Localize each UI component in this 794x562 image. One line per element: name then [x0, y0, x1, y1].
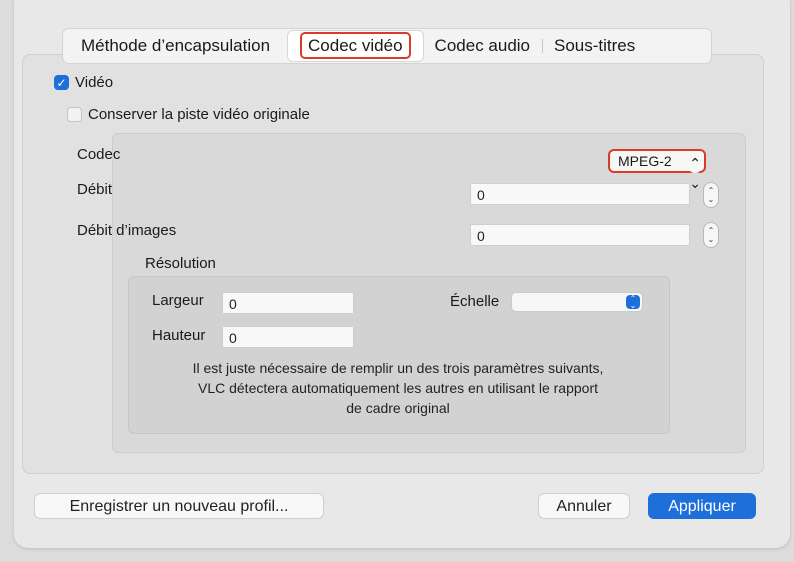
framerate-label: Débit d’images — [77, 222, 177, 239]
resolution-title: Résolution — [145, 255, 216, 272]
keep-original-checkbox-row[interactable]: Conserver la piste vidéo originale — [67, 106, 310, 123]
tab-audio-codec-label: Codec audio — [434, 36, 531, 55]
codec-select-value: MPEG-2 — [618, 153, 672, 169]
tab-encapsulation-label: Méthode d’encapsulation — [81, 36, 271, 55]
tab-video-codec[interactable]: Codec vidéo — [288, 31, 423, 61]
keep-original-checkbox[interactable] — [67, 107, 82, 122]
width-input[interactable]: 0 — [222, 292, 354, 314]
tab-subtitles-label: Sous-titres — [554, 36, 636, 55]
bitrate-label: Débit — [77, 181, 113, 198]
chevron-up-icon[interactable]: ⌃ — [708, 226, 715, 235]
keep-original-label: Conserver la piste vidéo originale — [88, 106, 310, 123]
chevron-down-icon[interactable]: ⌄ — [708, 195, 715, 204]
apply-button[interactable]: Appliquer — [648, 493, 756, 519]
save-profile-button[interactable]: Enregistrer un nouveau profil... — [34, 493, 324, 519]
width-label: Largeur — [152, 292, 204, 309]
codec-label: Codec — [77, 146, 121, 163]
tab-subtitles[interactable]: Sous-titres — [542, 31, 647, 61]
framerate-input[interactable]: 0 — [470, 224, 690, 246]
tab-audio-codec[interactable]: Codec audio — [423, 31, 542, 61]
bitrate-stepper[interactable]: ⌃ ⌄ — [703, 182, 719, 208]
chevron-up-icon[interactable]: ⌃ — [708, 186, 715, 195]
video-checkbox-row[interactable]: ✓ Vidéo — [54, 74, 113, 91]
bitrate-input[interactable]: 0 — [470, 183, 690, 205]
checkmark-icon[interactable]: ✓ — [54, 75, 69, 90]
cancel-button[interactable]: Annuler — [538, 493, 630, 519]
popup-arrows-icon: ⌃ ⌄ — [626, 295, 640, 310]
height-input[interactable]: 0 — [222, 326, 354, 348]
tab-video-codec-label: Codec vidéo — [300, 32, 411, 59]
scale-label: Échelle — [450, 293, 500, 310]
popup-arrows-icon: ⌃ ⌄ — [689, 153, 701, 191]
codec-select[interactable]: MPEG-2 ⌃ ⌄ — [608, 149, 706, 191]
video-checkbox-label: Vidéo — [75, 74, 114, 91]
tab-encapsulation[interactable]: Méthode d’encapsulation — [69, 31, 282, 61]
chevron-down-icon[interactable]: ⌄ — [708, 235, 715, 244]
resolution-note: Il est juste nécessaire de remplir un de… — [192, 360, 604, 416]
tab-bar: Méthode d’encapsulation Codec vidéo Code… — [62, 28, 712, 64]
scale-select[interactable]: ⌃ ⌄ — [511, 292, 643, 312]
height-label: Hauteur — [152, 327, 206, 344]
framerate-stepper[interactable]: ⌃ ⌄ — [703, 222, 719, 248]
